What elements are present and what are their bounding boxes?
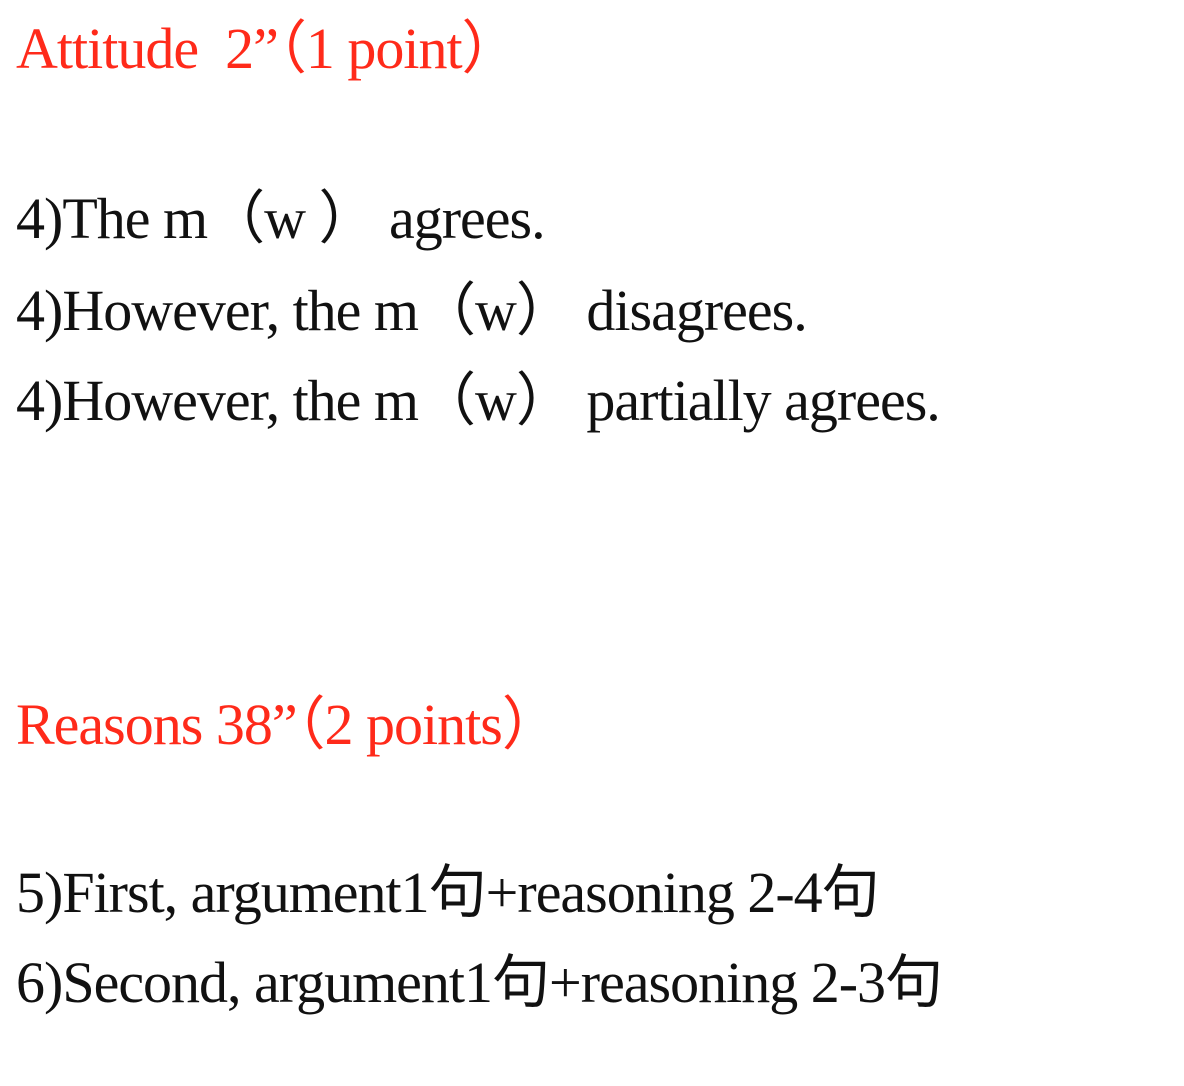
attitude-line-partially-agrees: 4)However, the m（w） partially agrees. <box>16 368 941 433</box>
reasons-line-first: 5)First, argument1句+reasoning 2-4句 <box>16 860 880 925</box>
attitude-heading: Attitude 2”（1 point） <box>16 16 520 81</box>
attitude-line-disagrees: 4)However, the m（w） disagrees. <box>16 278 808 343</box>
reasons-heading: Reasons 38”（2 points） <box>16 692 560 757</box>
attitude-line-agrees: 4)The m（w ） agrees. <box>16 186 546 251</box>
reasons-line-second: 6)Second, argument1句+reasoning 2-3句 <box>16 950 943 1015</box>
